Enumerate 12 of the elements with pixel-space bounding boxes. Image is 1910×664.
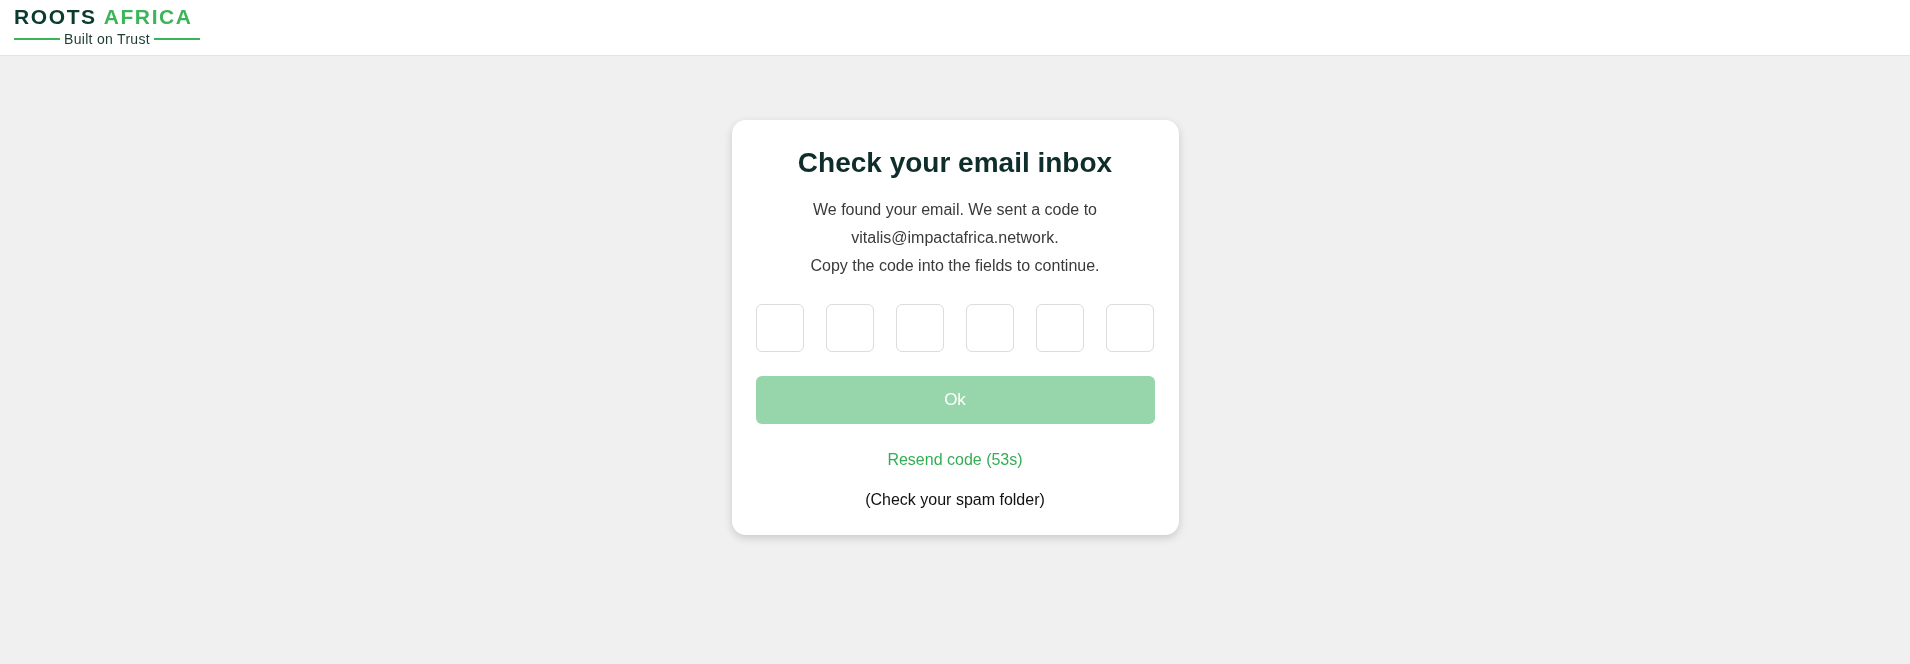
instruction-text: We found your email. We sent a code to vitalis@impactafrica.network. Copy the code into the fields to continue. [810, 200, 1100, 276]
code-digit-field[interactable] [1106, 304, 1155, 352]
code-digit-field[interactable] [966, 304, 1015, 352]
spam-folder-note: (Check your spam folder) [865, 490, 1045, 510]
code-digit-field[interactable] [825, 304, 874, 352]
logo-wordmark: ROOTS AFRICA [14, 5, 193, 28]
resend-code-link[interactable]: Resend code (53s) [887, 448, 1023, 472]
code-digit-field[interactable] [895, 304, 944, 352]
card-title: Check your email inbox [797, 146, 1113, 180]
code-digit-field[interactable] [1036, 304, 1085, 352]
logo-tagline: Built on Trust [14, 31, 200, 47]
code-digit-field[interactable] [755, 304, 804, 352]
